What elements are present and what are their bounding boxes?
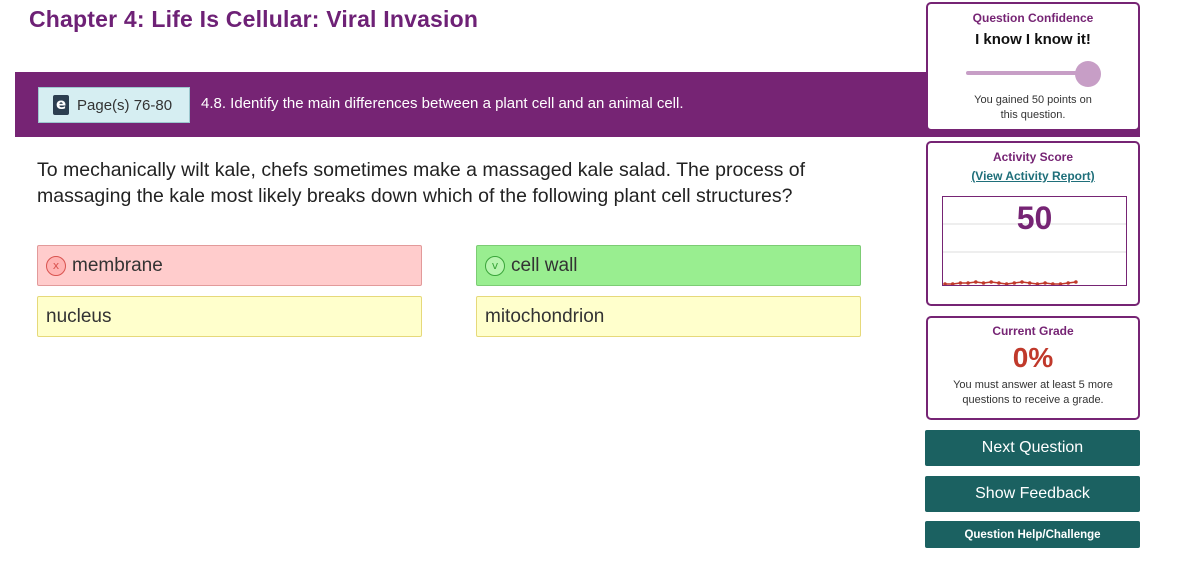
answer-option-membrane[interactable]: x membrane: [37, 245, 422, 286]
question-confidence-panel: Question Confidence I know I know it! Yo…: [926, 2, 1140, 131]
sparkline-point: [950, 282, 955, 285]
view-activity-report-link[interactable]: (View Activity Report): [928, 169, 1138, 183]
sparkline-point: [981, 281, 986, 285]
answer-option-mitochondrion[interactable]: mitochondrion: [476, 296, 861, 337]
activity-score-value: 50: [1016, 200, 1053, 236]
question-help-challenge-button[interactable]: Question Help/Challenge: [925, 521, 1140, 548]
chapter-title: Chapter 4: Life Is Cellular: Viral Invas…: [29, 6, 479, 32]
sparkline-point: [966, 281, 970, 285]
sparkline-point: [958, 281, 963, 285]
points-note: You gained 50 points on this question.: [974, 94, 1092, 121]
page-reference-button[interactable]: Page(s) 76-80: [38, 87, 190, 123]
next-question-button[interactable]: Next Question: [925, 430, 1140, 466]
ebook-icon: [53, 95, 69, 115]
current-grade-panel: Current Grade 0% You must answer at leas…: [926, 316, 1140, 420]
sparkline-point: [1020, 280, 1024, 284]
sparkline-point: [1051, 282, 1055, 285]
activity-score-title: Activity Score: [992, 150, 1074, 164]
sparkline-point: [1043, 281, 1047, 285]
page-reference-label: Page(s) 76-80: [77, 96, 173, 114]
incorrect-x-icon: x: [46, 255, 66, 276]
answer-option-cell-wall[interactable]: v cell wall: [476, 245, 861, 286]
correct-check-icon: v: [485, 255, 505, 276]
grade-note: You must answer at least 5 more question…: [953, 379, 1113, 406]
sparkline-point: [997, 281, 1001, 285]
score-sparkline-box: 50: [942, 196, 1127, 286]
answer-label: membrane: [72, 254, 163, 276]
sparkline-line: [945, 281, 1076, 285]
question-text: To mechanically wilt kale, chefs sometim…: [37, 159, 806, 207]
confidence-level-label: I know I know it!: [975, 31, 1091, 48]
confidence-slider-thumb[interactable]: [1075, 61, 1101, 87]
sparkline-point: [1058, 282, 1063, 285]
sparkline-point: [1074, 280, 1078, 284]
sparkline-point: [1066, 281, 1070, 285]
current-grade-title: Current Grade: [992, 324, 1074, 338]
learning-objective: 4.8. Identify the main differences betwe…: [201, 95, 684, 112]
answer-label: mitochondrion: [485, 305, 605, 327]
sparkline-point: [943, 282, 947, 285]
sparkline-point: [1027, 281, 1032, 285]
answer-option-nucleus[interactable]: nucleus: [37, 296, 422, 337]
sparkline-point: [1012, 281, 1017, 285]
confidence-slider-track[interactable]: [966, 71, 1091, 75]
sparkline-point: [1035, 282, 1040, 285]
current-grade-value: 0%: [1012, 342, 1054, 373]
sparkline-point: [974, 280, 978, 284]
confidence-title: Question Confidence: [972, 11, 1094, 25]
answer-label: nucleus: [46, 305, 112, 327]
sparkline-point: [989, 280, 993, 284]
show-feedback-button[interactable]: Show Feedback: [925, 476, 1140, 512]
sparkline-point: [1004, 282, 1009, 285]
activity-score-panel: Activity Score (View Activity Report) 50: [926, 141, 1140, 306]
answer-label: cell wall: [511, 254, 578, 276]
